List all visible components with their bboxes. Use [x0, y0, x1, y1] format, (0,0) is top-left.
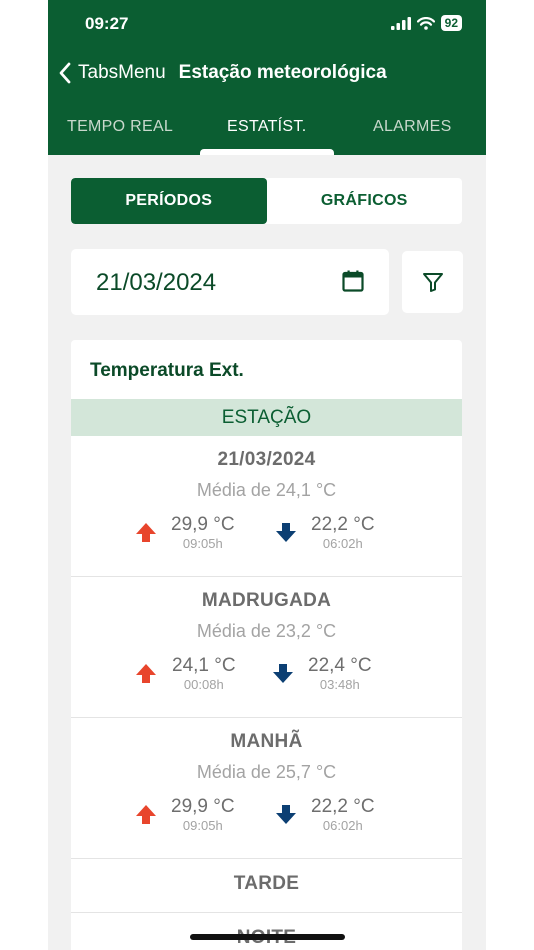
tab-tempo-real[interactable]: TEMPO REAL	[67, 118, 173, 136]
tab-estatisticas[interactable]: ESTATÍST.	[227, 118, 306, 136]
max-temp: 29,9 °C 09:05h	[171, 796, 235, 834]
temperature-card: Temperatura Ext. ESTAÇÃO 21/03/2024 Médi…	[71, 340, 462, 950]
period-title: TARDE	[233, 873, 300, 894]
min-time: 06:02h	[322, 818, 363, 833]
filter-icon	[422, 273, 443, 292]
period-block-madrugada: MADRUGADA Média de 23,2 °C 24,1 °C 00:08…	[71, 577, 462, 718]
section-header: ESTAÇÃO	[71, 399, 462, 436]
period-average: Média de 25,7 °C	[196, 762, 337, 782]
period-average: Média de 24,1 °C	[196, 480, 337, 500]
back-button[interactable]: TabsMenu	[58, 62, 166, 84]
date-picker[interactable]: 21/03/2024	[71, 249, 389, 315]
min-temp: 22,2 °C 06:02h	[311, 796, 375, 834]
max-temp: 29,9 °C 09:05h	[171, 514, 235, 552]
status-icons: 92	[390, 15, 462, 31]
arrow-up-icon	[136, 805, 156, 824]
app-header: 09:27 92 TabsMenu Estação meteorológica …	[48, 0, 486, 155]
battery-icon: 92	[440, 15, 462, 31]
calendar-icon[interactable]	[341, 269, 365, 293]
back-label: TabsMenu	[78, 62, 166, 83]
min-value: 22,2 °C	[311, 514, 375, 535]
max-temp: 24,1 °C 00:08h	[172, 655, 236, 693]
period-title: MANHÃ	[230, 731, 303, 752]
max-value: 24,1 °C	[172, 655, 236, 676]
min-value: 22,4 °C	[308, 655, 372, 676]
chevron-left-icon	[59, 62, 71, 84]
min-time: 06:02h	[322, 536, 363, 551]
min-temp: 22,4 °C 03:48h	[308, 655, 372, 693]
page-title: Estação meteorológica	[178, 62, 387, 83]
max-time: 09:05h	[182, 818, 223, 833]
arrow-down-icon	[273, 664, 293, 683]
card-title: Temperatura Ext.	[90, 360, 244, 381]
min-temp: 22,2 °C 06:02h	[311, 514, 375, 552]
filter-button[interactable]	[402, 251, 463, 313]
periods-button[interactable]: PERÍODOS	[71, 178, 267, 224]
max-time: 09:05h	[182, 536, 223, 551]
arrow-up-icon	[136, 664, 156, 683]
tab-bar: TEMPO REAL ESTATÍST. ALARMES	[48, 112, 486, 155]
max-value: 29,9 °C	[171, 514, 235, 535]
date-value: 21/03/2024	[96, 269, 217, 296]
period-block-tarde[interactable]: TARDE	[71, 859, 462, 913]
max-value: 29,9 °C	[171, 796, 235, 817]
max-time: 00:08h	[183, 677, 224, 692]
min-value: 22,2 °C	[311, 796, 375, 817]
home-indicator[interactable]	[190, 934, 345, 940]
signal-icon	[390, 16, 411, 30]
period-block-day: 21/03/2024 Média de 24,1 °C 29,9 °C 09:0…	[71, 436, 462, 577]
period-title: MADRUGADA	[201, 590, 332, 611]
phone-screen: 09:27 92 TabsMenu Estação meteorológica …	[48, 0, 486, 950]
arrow-down-icon	[276, 805, 296, 824]
tab-alarmes[interactable]: ALARMES	[373, 118, 452, 136]
period-title: 21/03/2024	[217, 449, 316, 470]
status-time: 09:27	[85, 14, 129, 33]
arrow-down-icon	[276, 523, 296, 542]
tab-indicator	[200, 149, 334, 155]
charts-button[interactable]: GRÁFICOS	[267, 178, 463, 224]
arrow-up-icon	[136, 523, 156, 542]
period-average: Média de 23,2 °C	[196, 621, 337, 641]
period-block-manha: MANHÃ Média de 25,7 °C 29,9 °C 09:05h 22…	[71, 718, 462, 859]
nav-bar: TabsMenu Estação meteorológica	[58, 58, 387, 88]
min-time: 03:48h	[319, 677, 360, 692]
period-block-noite[interactable]: NOITE	[71, 913, 462, 950]
wifi-icon	[416, 16, 435, 30]
view-toggle: PERÍODOS GRÁFICOS	[71, 178, 462, 224]
